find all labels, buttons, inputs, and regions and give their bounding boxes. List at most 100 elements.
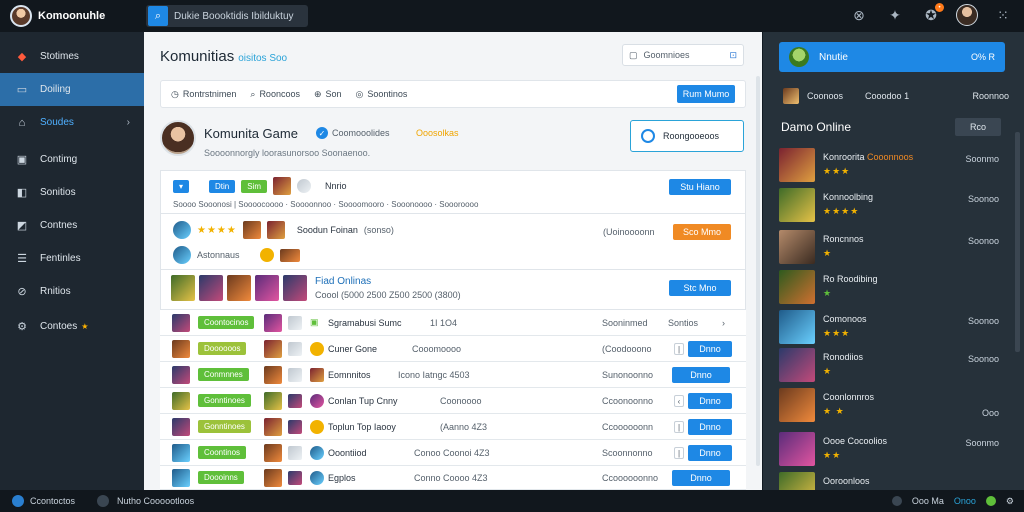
online-item[interactable]: Konnoolbing ★★★★ Soonoo	[779, 188, 1009, 222]
user-avatar[interactable]	[10, 5, 32, 27]
list-row[interactable]: Doooinns Egplos Conno Coooo 4Z3 Ccoooooo…	[160, 466, 746, 490]
list-row[interactable]: Gonntinoes Conlan Tup Cnny Coonoooo Ccoo…	[160, 388, 746, 414]
collapse-toggle[interactable]: |	[674, 421, 684, 433]
game-image	[779, 432, 815, 466]
logo[interactable]: Komoonuhle	[0, 5, 140, 27]
game-thumbnail	[264, 365, 282, 384]
game-thumbnail	[266, 221, 285, 239]
footer-right1[interactable]: Ooo Ma	[912, 496, 944, 506]
apps-grid-icon[interactable]: ⁙	[992, 4, 1014, 26]
card2-meta: (Uoinoooonn	[603, 227, 655, 237]
list-row[interactable]: Doooooos Cuner Gone Cooomoooo (Coodooono…	[160, 336, 746, 362]
right-title-button[interactable]: Rco	[955, 118, 1001, 136]
chevron-right-icon: ›	[126, 117, 130, 128]
card-2: ★★★★ Soodun Foinan (sonso) Astonnaus (Uo…	[160, 214, 746, 270]
profile-avatar[interactable]	[956, 4, 978, 26]
online-item[interactable]: Roncnnos ★ Soonoo	[779, 230, 1009, 264]
online-item[interactable]: Ronodiios ★ Soonoo	[779, 348, 1009, 382]
row-meta2: Sontios	[668, 317, 699, 328]
game-thumbnail	[783, 88, 799, 104]
sidebar-item-0[interactable]: ◆ Stotimes	[0, 40, 144, 73]
collapse-toggle[interactable]: |	[674, 447, 684, 459]
chevron-right-icon[interactable]: ›	[722, 318, 725, 328]
game-thumbnail	[288, 470, 302, 485]
category-pill: Conmnnes	[198, 368, 249, 381]
sidebar-item-7[interactable]: ⊘ Rnitios	[0, 275, 144, 308]
game-thumbnail	[288, 445, 302, 460]
notifications-icon[interactable]: ✪ •	[920, 3, 944, 26]
filter-4[interactable]: ◎ Soontinos	[356, 89, 408, 100]
game-thumbnail	[172, 391, 190, 410]
online-item[interactable]: Ro Roodibing ★	[779, 270, 1009, 304]
search-icon[interactable]: ⌕	[148, 6, 168, 26]
compass-icon: ⊘	[17, 286, 27, 298]
right-sub-mid: Cooodoo 1	[865, 91, 910, 101]
collapse-toggle[interactable]: |	[674, 343, 684, 355]
row-button[interactable]: Dnno	[688, 418, 732, 435]
row-name: Toplun Top Iaooy	[328, 421, 396, 432]
main-search-input[interactable]: ▢ Goomnioes ⊡	[622, 44, 744, 66]
controller-icon: ◩	[16, 220, 28, 232]
game-thumbnail	[199, 275, 223, 301]
footer-mid[interactable]: Nutho Coooootloos	[117, 496, 194, 506]
row-extra: Conoo Coonoi 4Z3	[414, 447, 490, 458]
online-item-name-text: Konroorita	[823, 152, 865, 162]
top-search[interactable]: ⌕ Dukie Boooktidis Ibilduktuy	[146, 5, 308, 27]
online-item[interactable]: Coonlonnros ★ ★ Ooo	[779, 388, 1009, 422]
online-item-name: Coonlonnros	[823, 392, 875, 402]
game-thumbnail	[264, 468, 282, 487]
list-row[interactable]: Gonntinoes Toplun Top Iaooy (Aanno 4Z3 C…	[160, 414, 746, 440]
right-subheader: Coonoos Cooodoo 1 Roonnoo	[783, 88, 1009, 104]
card1-button[interactable]: Stu Hiano	[669, 179, 731, 195]
card3-button[interactable]: Stc Mno	[669, 280, 731, 296]
coin-icon	[310, 419, 324, 434]
filter-3[interactable]: ⊕ Son	[314, 89, 342, 100]
sidebar-item-4[interactable]: ◧ Sonitios	[0, 176, 144, 209]
footer-left[interactable]: Ccontoctos	[30, 496, 75, 506]
community-avatar[interactable]	[160, 120, 196, 156]
online-item-name: Konroorita Cooonnoos	[823, 152, 913, 162]
rating-stars: ★	[823, 366, 833, 376]
list-row[interactable]: Conmnnes Eomnnitos Icono Iatngc 4503 Sun…	[160, 362, 746, 388]
main-scrollbar[interactable]	[756, 76, 760, 466]
filter-1[interactable]: ◷ Rontrstnimen	[171, 89, 236, 100]
online-item[interactable]: Ooroonloos	[779, 472, 1009, 490]
filter-2[interactable]: ⌕ Rooncoos	[250, 89, 300, 100]
card2-button[interactable]: Sco Mmo	[673, 224, 731, 240]
settings-icon[interactable]: ⚙	[1006, 496, 1014, 507]
lock-icon[interactable]: ⊡	[729, 50, 737, 61]
footer-right2[interactable]: Onoo	[954, 496, 976, 506]
community-profile: Komunita Game ✓ Coomooolides Ooosolkas S…	[160, 118, 746, 164]
row-button[interactable]: Dnno	[688, 444, 732, 461]
filter-apply-button[interactable]: Rum Mumo	[677, 85, 735, 103]
row-button[interactable]: Dnno	[688, 392, 732, 409]
right-scrollbar[interactable]	[1015, 132, 1020, 352]
game-thumbnail	[173, 246, 191, 264]
sidebar-item-5[interactable]: ◩ Contnes	[0, 209, 144, 242]
right-header[interactable]: Nnutie O% R	[779, 42, 1005, 72]
row-button[interactable]: Dnno	[688, 340, 732, 357]
online-item[interactable]: Comonoos ★★★ Soonoo	[779, 310, 1009, 344]
pill-a[interactable]: Dtin	[209, 179, 236, 193]
close-circle-icon[interactable]: ⊗	[848, 4, 870, 26]
right-title: Damo Online	[781, 120, 852, 134]
card-3: Fiad Onlinas Coool (5000 2500 Z500 2500 …	[160, 270, 746, 310]
pill-b[interactable]: Sim	[241, 179, 268, 193]
game-thumbnail	[172, 443, 190, 462]
sidebar-item-1[interactable]: ▭ Doiling	[0, 73, 144, 106]
row-button[interactable]: Dnno	[672, 469, 730, 486]
sidebar-item-8[interactable]: ⚙ Contoes ★	[0, 310, 144, 343]
sidebar-item-6[interactable]: ☰ Fentinles	[0, 242, 144, 275]
online-item[interactable]: Konroorita Cooonnoos ★★★ Soonmo	[779, 148, 1009, 182]
collapse-toggle[interactable]: ‹	[674, 395, 684, 407]
puzzle-icon[interactable]: ✦	[884, 4, 906, 26]
list-row[interactable]: Coontinos Ooontiiod Conoo Coonoi 4Z3 Sco…	[160, 440, 746, 466]
community-description: Soooonnorgly loorasunorsoo Soonaenoo.	[204, 148, 371, 158]
sidebar-item-3[interactable]: ▣ Contimg	[0, 143, 144, 176]
row-button[interactable]: Dnno	[672, 366, 730, 383]
follow-button[interactable]: Roongooeoos	[630, 120, 744, 152]
sidebar-item-2[interactable]: ⌂ Soudes ›	[0, 106, 144, 139]
list-row[interactable]: Coontocinos ▣ Sgramabusi Sumc 1I 1O4 Soo…	[160, 310, 746, 336]
online-item[interactable]: Oooe Cocoolios ★★ Soonmo	[779, 432, 1009, 466]
community-tag-highlight: Ooosolkas	[416, 128, 459, 138]
